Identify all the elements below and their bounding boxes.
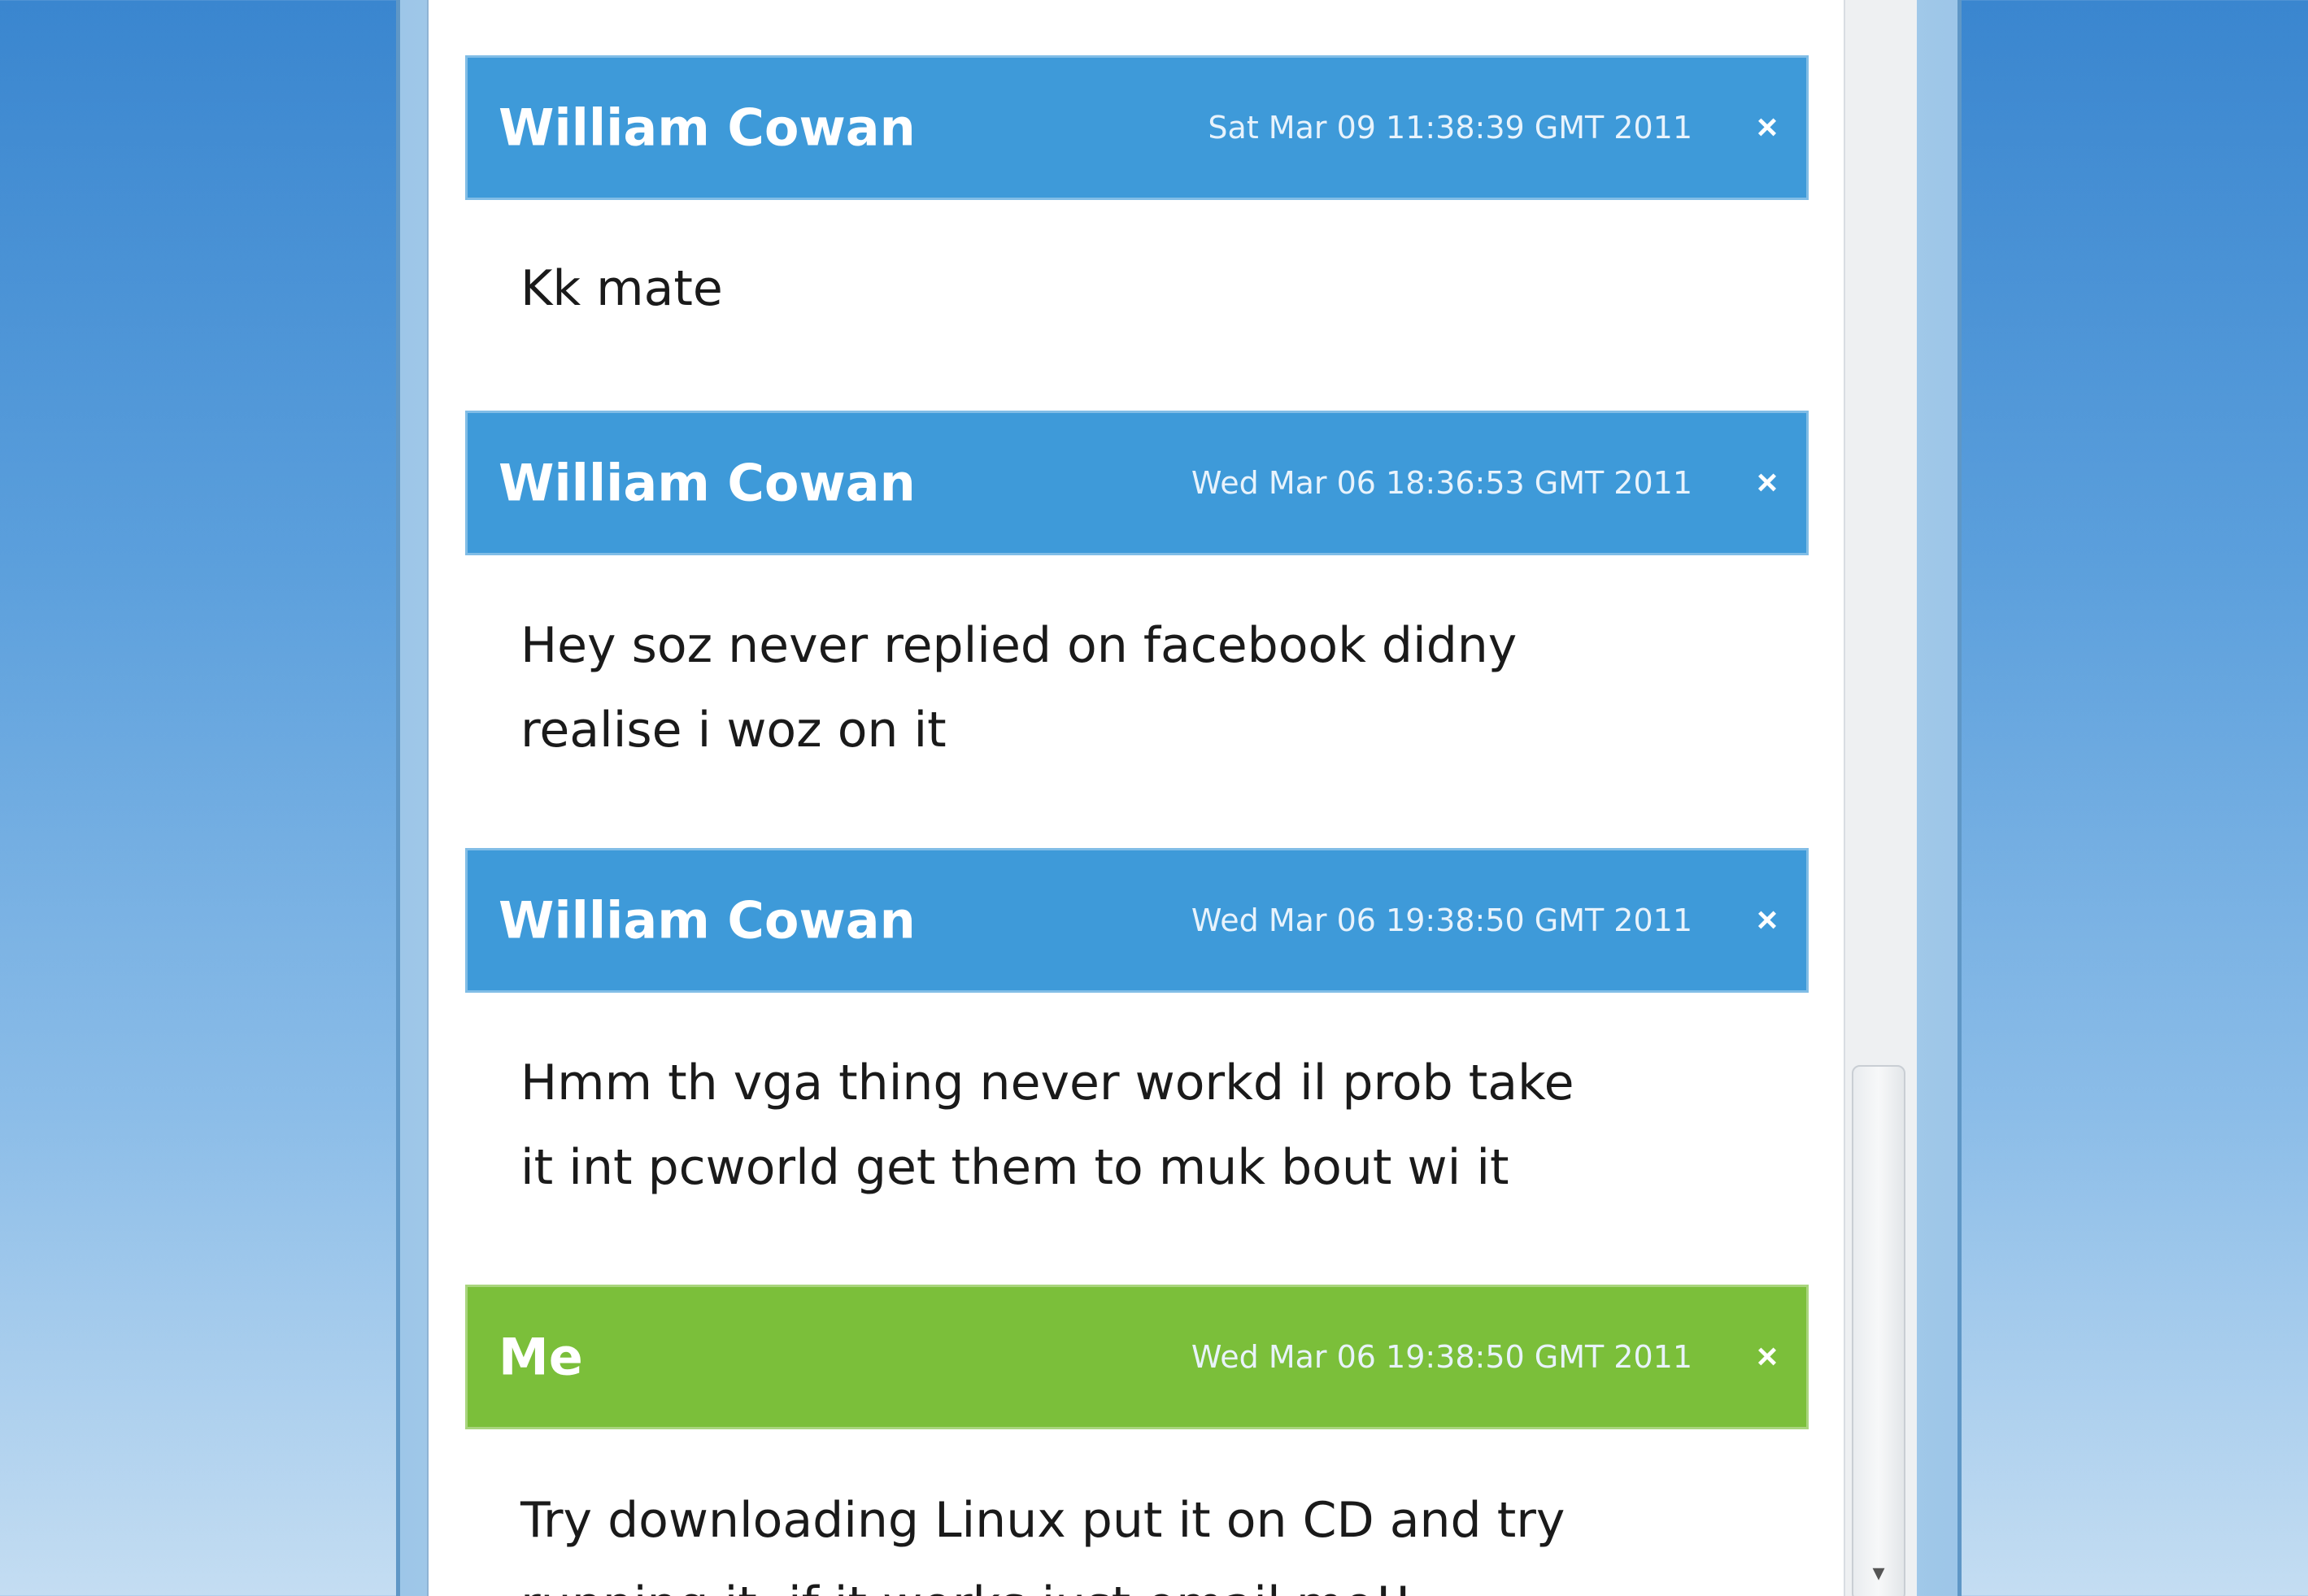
- scroll-down-arrow-icon[interactable]: ▾: [1862, 1557, 1895, 1589]
- scrollbar-thumb[interactable]: [1852, 1065, 1905, 1596]
- message-header: William Cowan Wed Mar 06 19:38:50 GMT 20…: [465, 848, 1809, 993]
- sender-name: William Cowan: [499, 453, 916, 513]
- sender-name: Me: [499, 1327, 583, 1387]
- close-icon[interactable]: ×: [1751, 463, 1783, 503]
- close-icon[interactable]: ×: [1751, 107, 1783, 148]
- message-timestamp: Sat Mar 09 11:38:39 GMT 2011: [1208, 110, 1692, 146]
- message-header: William Cowan Sat Mar 09 11:38:39 GMT 20…: [465, 55, 1809, 200]
- close-icon[interactable]: ×: [1751, 900, 1783, 941]
- message-text: Hey soz never replied on facebook didny …: [520, 617, 1518, 759]
- message-header: Me Wed Mar 06 19:38:50 GMT 2011 ×: [465, 1285, 1809, 1429]
- message-timestamp: Wed Mar 06 19:38:50 GMT 2011: [1191, 902, 1692, 938]
- sender-name: William Cowan: [499, 890, 916, 950]
- close-icon[interactable]: ×: [1751, 1337, 1783, 1377]
- message-timestamp: Wed Mar 06 18:36:53 GMT 2011: [1191, 465, 1692, 501]
- message-text: Hmm th vga thing never workd il prob tak…: [520, 1055, 1574, 1196]
- message-timestamp: Wed Mar 06 19:38:50 GMT 2011: [1191, 1339, 1692, 1375]
- message-header: William Cowan Wed Mar 06 18:36:53 GMT 20…: [465, 411, 1809, 555]
- sender-name: William Cowan: [499, 98, 916, 158]
- message-text: Kk mate: [520, 260, 723, 317]
- message-text: Try downloading Linux put it on CD and t…: [520, 1492, 1566, 1596]
